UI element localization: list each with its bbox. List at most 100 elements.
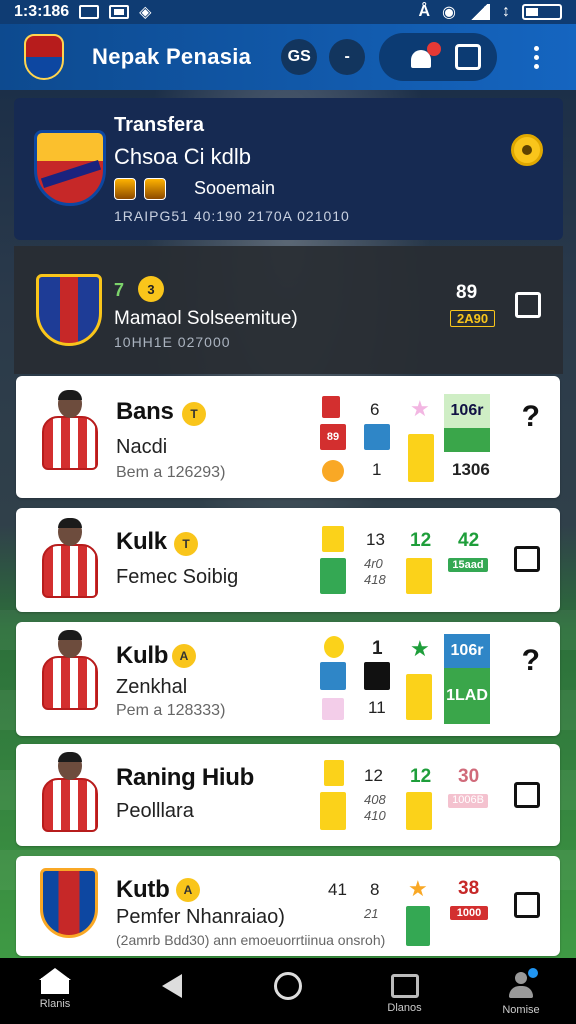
help-icon[interactable]: ? — [522, 644, 540, 678]
hero-meta: 1RAIPG51 40:190 2170A 021010 — [114, 208, 350, 224]
clipboard-icon[interactable] — [514, 892, 540, 918]
stat-tag: 15aad — [448, 558, 488, 572]
nav-home[interactable]: Rlanis — [20, 968, 90, 1010]
stat-value: 41 — [328, 880, 347, 899]
match-card[interactable]: 7 3 Mamaol Solseemitue) 10HH1E 027000 89… — [14, 246, 563, 374]
status-bar: 1:3:186 ◈ Å ◉ ↕ — [0, 0, 576, 24]
club-crest — [34, 130, 106, 206]
player-card[interactable]: Kulb A Zenkhal Pem a 128333) 1 11 ★ 106r… — [16, 622, 560, 736]
stat-value: 12 — [410, 766, 432, 787]
note-icon[interactable] — [455, 44, 482, 70]
player-card[interactable]: Kutb A Pemfer Nhanraiao) (2amrb Bdd30) a… — [16, 856, 560, 956]
stat-block — [364, 424, 390, 450]
stat-bar — [408, 434, 434, 482]
notification-dot — [427, 42, 442, 56]
stat-value: 30 — [458, 766, 480, 787]
club-mini-icon — [322, 460, 344, 482]
stat-value: 38 — [458, 878, 480, 899]
app-title: Nepak Penasia — [92, 44, 252, 69]
player-card[interactable]: Raning Hiub Peolllara 12 408 410 12 30 1… — [16, 744, 560, 846]
stat-value: 1 — [372, 460, 382, 479]
player-avatar — [42, 390, 98, 474]
nav-recent-label: Dlanos — [387, 1002, 422, 1014]
checkbox[interactable] — [514, 546, 540, 572]
bluetooth-icon: Å — [418, 3, 431, 20]
player-avatar — [42, 752, 98, 836]
match-number: 7 — [114, 280, 125, 300]
mini-badge-icon — [114, 178, 136, 200]
club-crest — [40, 868, 98, 938]
stat-value: 6 — [370, 400, 380, 419]
battery-icon — [522, 4, 562, 20]
wifi-icon: ◉ — [442, 4, 456, 21]
minus-button[interactable]: - — [329, 39, 366, 75]
app-bar: Nepak Penasia GS - — [0, 24, 576, 90]
stat-bar — [406, 792, 432, 830]
stat-block — [320, 558, 346, 594]
person-icon — [506, 968, 538, 1000]
stat-tag: 1006B — [448, 794, 488, 808]
home-icon — [39, 968, 71, 994]
hero-title: Transfera — [114, 114, 205, 136]
player-club: Pemfer Nhanraiao) — [116, 906, 285, 928]
checkbox[interactable] — [514, 782, 540, 808]
bell-icon[interactable] — [407, 42, 442, 70]
favorite-icon[interactable] — [511, 134, 543, 166]
stat-value: 408 — [364, 792, 386, 807]
nav-icon: ◈ — [139, 4, 152, 21]
kebab-icon[interactable] — [534, 45, 540, 69]
nav-recent[interactable]: Dlanos — [370, 968, 440, 1014]
square-icon — [390, 974, 419, 998]
stat-marker — [322, 526, 344, 552]
match-tag: 2A90 — [450, 310, 496, 327]
stat-value: 12 — [364, 766, 383, 785]
coin-icon: T — [174, 532, 198, 556]
stat-value: 8 — [370, 880, 380, 899]
coin-icon: T — [182, 402, 206, 426]
rating-tile: 106r — [444, 394, 490, 452]
nav-back[interactable] — [137, 968, 207, 998]
match-meta: 10HH1E 027000 — [114, 334, 231, 350]
notification-icon — [109, 5, 130, 19]
rating-label: 106r — [444, 634, 490, 668]
player-card[interactable]: Bans T Nacdi Bem a 126293) 89 6 1 ★ 106r… — [16, 376, 560, 498]
club-logo[interactable] — [24, 34, 64, 80]
share-icon[interactable] — [515, 292, 541, 318]
stat-value: 410 — [364, 808, 386, 823]
stat-bar — [406, 674, 432, 720]
data-icon: ↕ — [502, 3, 510, 20]
mini-badge-icon — [144, 178, 166, 200]
stat-block: 89 — [320, 424, 346, 450]
stat-value: 12 — [410, 530, 432, 551]
help-icon[interactable]: ? — [522, 400, 540, 434]
player-name: Kulb — [116, 642, 169, 669]
star-icon: ★ — [410, 396, 430, 421]
coin-icon: 3 — [138, 276, 164, 302]
stat-marker — [324, 636, 344, 658]
nav-circle[interactable] — [253, 968, 323, 1000]
nav-profile-label: Nomise — [502, 1004, 540, 1016]
action-pill — [379, 33, 498, 81]
club-crest — [36, 274, 102, 346]
bottom-nav: Rlanis Dlanos Nomise — [0, 958, 576, 1024]
player-name: Kutb — [116, 876, 170, 903]
stat-marker — [324, 760, 344, 786]
player-meta: Bem a 126293) — [116, 464, 226, 481]
star-icon: ★ — [408, 876, 428, 901]
player-club: Peolllara — [116, 800, 194, 822]
stat-bar — [406, 906, 430, 946]
nav-profile[interactable]: Nomise — [486, 968, 556, 1016]
stat-value: 418 — [364, 572, 386, 587]
rating-tile: 106r 1LAD — [444, 634, 490, 724]
stat-bar — [406, 558, 432, 594]
transfer-card[interactable]: Transfera Chsoa Ci kdlb Sooemain 1RAIPG5… — [14, 98, 563, 240]
circle-icon — [274, 972, 302, 1000]
player-club: Femec Soibig — [116, 566, 239, 588]
player-card[interactable]: Kulk T Femec Soibig 13 4r0 418 12 42 15a… — [16, 508, 560, 612]
player-avatar — [42, 630, 98, 714]
stat-block — [364, 662, 390, 690]
stat-value: 21 — [364, 906, 379, 921]
star-icon: ★ — [410, 636, 430, 661]
stat-block — [322, 698, 344, 720]
gs-button[interactable]: GS — [281, 39, 318, 75]
